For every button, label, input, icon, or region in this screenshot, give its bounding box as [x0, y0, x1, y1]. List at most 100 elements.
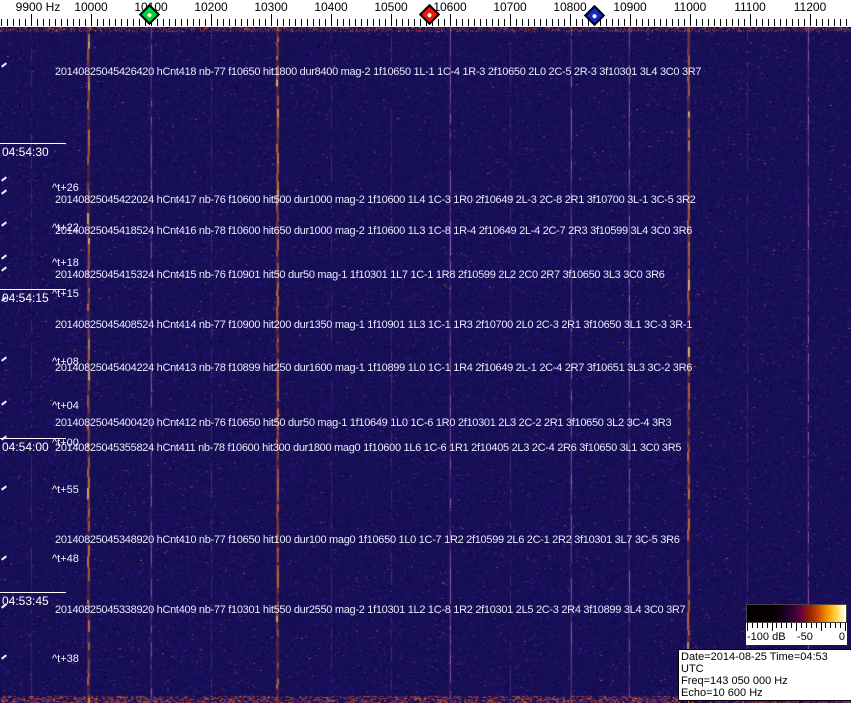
ruler-tick — [331, 14, 332, 26]
ruler-tick — [13, 19, 14, 26]
ruler-tick — [846, 19, 847, 26]
freq-label: 10300 — [254, 0, 287, 14]
ruler-tick — [408, 19, 409, 26]
event-log-line: 20140825045415324 hCnt415 nb-76 f10901 h… — [55, 269, 665, 281]
ruler-tick — [762, 19, 763, 26]
ruler-tick — [205, 19, 206, 26]
frequency-ruler: 9900 Hz 10000 10100 10200 10300 10400 10… — [0, 0, 851, 27]
marker-center-dot — [427, 12, 433, 18]
ruler-tick — [678, 19, 679, 26]
ruler-tick — [486, 19, 487, 26]
freq-label: 11000 — [674, 0, 706, 14]
ruler-tick — [391, 14, 392, 26]
legend-tick — [757, 623, 758, 628]
legend-tick — [835, 623, 836, 628]
legend-tick — [806, 623, 807, 628]
ruler-tick — [307, 19, 308, 26]
marker-center-dot — [147, 12, 153, 18]
legend-tick — [821, 623, 822, 631]
legend-tick — [845, 623, 846, 631]
ruler-tick — [61, 19, 62, 26]
legend-tick — [801, 623, 802, 628]
ruler-tick — [67, 19, 68, 26]
spectrogram-app: 9900 Hz 10000 10100 10200 10300 10400 10… — [0, 0, 851, 703]
marker-center-dot — [592, 13, 598, 19]
ruler-tick — [241, 19, 242, 26]
ruler-tick — [744, 19, 745, 26]
ruler-tick — [696, 19, 697, 26]
freq-label: 11200 — [794, 0, 826, 14]
legend-tick — [776, 623, 777, 628]
info-frequency: Freq=143 050 000 Hz — [681, 675, 850, 687]
ruler-tick — [552, 19, 553, 26]
ruler-tick — [654, 19, 655, 26]
ruler-tick — [546, 19, 547, 26]
ruler-tick — [25, 19, 26, 26]
ruler-tick — [474, 19, 475, 26]
ruler-tick — [337, 19, 338, 26]
ruler-tick — [576, 19, 577, 26]
ruler-tick — [247, 19, 248, 26]
legend-tick — [781, 623, 782, 628]
db-scale-legend: -100 dB -50 0 — [746, 604, 847, 645]
ruler-tick — [217, 19, 218, 26]
blue-diamond-marker-icon[interactable] — [584, 5, 605, 26]
event-log-line: 20140825045408524 hCnt414 nb-77 f10900 h… — [55, 319, 692, 331]
legend-tick — [811, 623, 812, 628]
freq-label: 10700 — [493, 0, 526, 14]
ruler-tick — [606, 19, 607, 26]
freq-label: 11100 — [734, 0, 766, 14]
ruler-tick — [438, 19, 439, 26]
ruler-tick — [259, 19, 260, 26]
event-log-line: 20140825045426420 hCnt418 nb-77 f10650 h… — [55, 66, 701, 78]
db-gradient-bar — [746, 604, 847, 623]
ruler-tick — [564, 19, 565, 26]
ruler-tick — [139, 19, 140, 26]
ruler-tick — [175, 19, 176, 26]
legend-tick — [772, 623, 773, 631]
ruler-tick — [534, 19, 535, 26]
ruler-tick — [193, 19, 194, 26]
ruler-tick — [840, 19, 841, 26]
ruler-tick — [750, 14, 751, 26]
ruler-tick — [43, 19, 44, 26]
ruler-tick — [127, 19, 128, 26]
ruler-tick — [396, 19, 397, 26]
event-log-line: 20140825045418524 hCnt416 nb-78 f10600 h… — [55, 225, 692, 237]
ruler-tick — [163, 19, 164, 26]
freq-label: 10200 — [194, 0, 227, 14]
ruler-tick — [630, 14, 631, 26]
ruler-tick — [522, 19, 523, 26]
legend-tick — [762, 623, 763, 628]
ruler-tick — [7, 19, 8, 26]
ruler-tick — [277, 19, 278, 26]
ruler-tick — [462, 19, 463, 26]
ruler-tick — [211, 14, 212, 26]
ruler-tick — [313, 19, 314, 26]
relative-time-mark: ^t+26 — [52, 182, 79, 194]
ruler-tick — [97, 19, 98, 26]
ruler-tick — [492, 19, 493, 26]
ruler-tick — [103, 19, 104, 26]
ruler-tick — [648, 19, 649, 26]
legend-tick — [752, 623, 753, 628]
ruler-tick — [786, 19, 787, 26]
ruler-tick — [187, 19, 188, 26]
ruler-tick — [768, 19, 769, 26]
ruler-tick — [456, 19, 457, 26]
ruler-tick — [708, 19, 709, 26]
ruler-tick — [792, 19, 793, 26]
ruler-tick — [85, 19, 86, 26]
relative-time-mark: ^t+48 — [52, 553, 79, 565]
ruler-tick — [402, 19, 403, 26]
ruler-tick — [450, 14, 451, 26]
ruler-tick — [379, 19, 380, 26]
relative-time-mark: ^t+18 — [52, 257, 79, 269]
ruler-tick — [618, 19, 619, 26]
ruler-tick — [480, 19, 481, 26]
ruler-tick — [253, 19, 254, 26]
info-date-time: Date=2014-08-25 Time=04:53 UTC — [681, 651, 850, 675]
legend-tick — [767, 623, 768, 628]
ruler-tick — [343, 19, 344, 26]
ruler-tick — [726, 19, 727, 26]
